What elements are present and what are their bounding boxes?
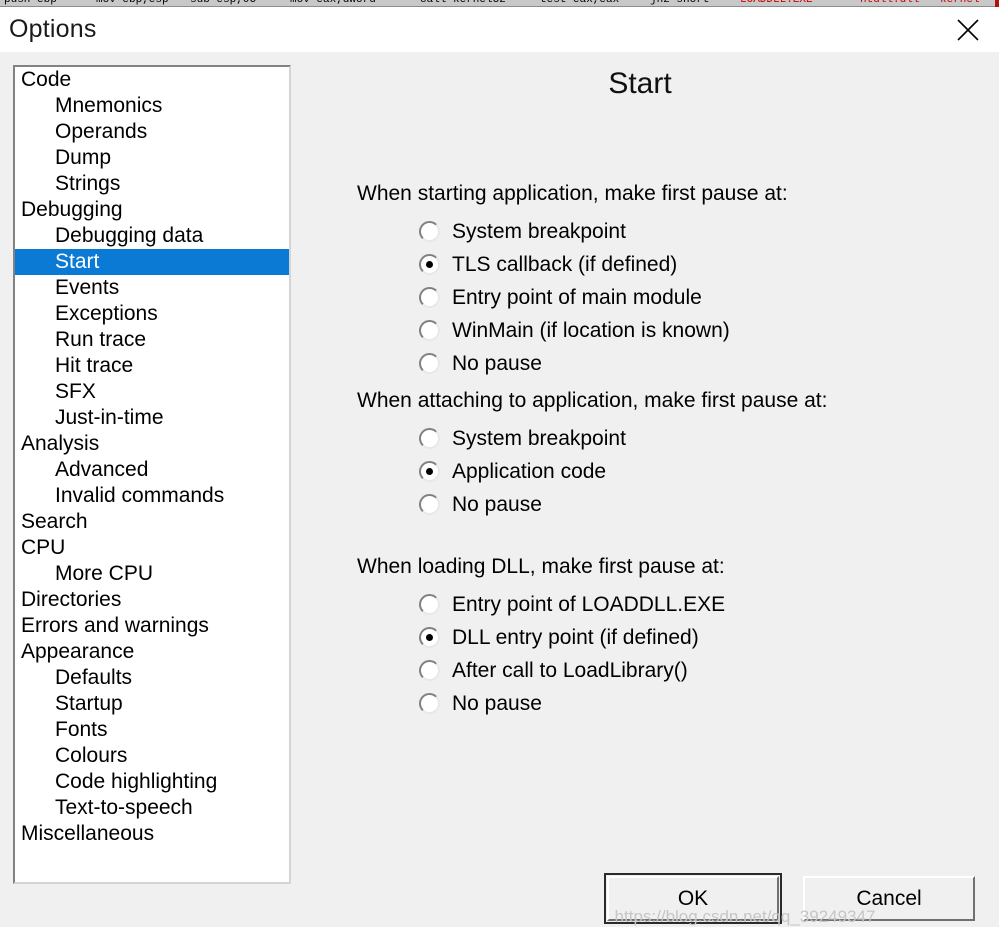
- sidebar-item-more-cpu[interactable]: More CPU: [15, 561, 289, 587]
- radio-option-after-call-to-loadlibrary-[interactable]: After call to LoadLibrary(): [419, 654, 725, 687]
- cancel-button[interactable]: Cancel: [803, 876, 975, 921]
- radio-label: No pause: [452, 351, 542, 375]
- page-title: Start: [608, 67, 672, 100]
- radio-button-selected[interactable]: [419, 627, 440, 648]
- radio-option-system-breakpoint[interactable]: System breakpoint: [419, 215, 788, 248]
- radio-option-entry-point-of-loaddll-exe[interactable]: Entry point of LOADDLL.EXE: [419, 588, 725, 621]
- close-icon: [955, 17, 981, 43]
- group-label: When loading DLL, make first pause at:: [357, 555, 725, 578]
- radio-label: System breakpoint: [452, 219, 626, 243]
- radio-option-system-breakpoint[interactable]: System breakpoint: [419, 422, 827, 455]
- radio-label: After call to LoadLibrary(): [452, 658, 688, 682]
- radio-label: Entry point of LOADDLL.EXE: [452, 592, 726, 616]
- sidebar-item-exceptions[interactable]: Exceptions: [15, 301, 289, 327]
- radio-button-unselected[interactable]: [419, 594, 440, 615]
- radio-button-unselected[interactable]: [419, 693, 440, 714]
- sidebar-item-debugging[interactable]: Debugging: [15, 197, 289, 223]
- radio-button-selected[interactable]: [419, 254, 440, 275]
- radio-dot-icon: [426, 468, 433, 475]
- sidebar-item-invalid-commands[interactable]: Invalid commands: [15, 483, 289, 509]
- radio-button-unselected[interactable]: [419, 353, 440, 374]
- sidebar-item-code[interactable]: Code: [15, 67, 289, 93]
- radio-label: Application code: [452, 459, 607, 483]
- sidebar-item-startup[interactable]: Startup: [15, 691, 289, 717]
- radio-label: System breakpoint: [452, 426, 626, 450]
- sidebar-item-sfx[interactable]: SFX: [15, 379, 289, 405]
- sidebar-item-code-highlighting[interactable]: Code highlighting: [15, 769, 289, 795]
- radio-option-application-code[interactable]: Application code: [419, 455, 827, 488]
- radio-option-tls-callback-if-defined-[interactable]: TLS callback (if defined): [419, 248, 788, 281]
- group-label: When attaching to application, make firs…: [357, 389, 828, 412]
- settings-group: When loading DLL, make first pause at: En…: [357, 555, 725, 720]
- sidebar-item-start[interactable]: Start: [15, 249, 289, 275]
- sidebar-item-events[interactable]: Events: [15, 275, 289, 301]
- options-category-listbox[interactable]: Code Mnemonics Operands Dump Strings Debuggin…: [13, 65, 291, 884]
- radio-button-unselected[interactable]: [419, 221, 440, 242]
- sidebar-item-operands[interactable]: Operands: [15, 119, 289, 145]
- settings-group: When starting application, make first pa…: [357, 182, 788, 380]
- radio-button-unselected[interactable]: [419, 287, 440, 308]
- sidebar-item-analysis[interactable]: Analysis: [15, 431, 289, 457]
- radio-option-no-pause[interactable]: No pause: [419, 347, 788, 380]
- radio-option-entry-point-of-main-module[interactable]: Entry point of main module: [419, 281, 788, 314]
- sidebar-item-hit-trace[interactable]: Hit trace: [15, 353, 289, 379]
- sidebar-item-fonts[interactable]: Fonts: [15, 717, 289, 743]
- ok-button[interactable]: OK: [604, 873, 782, 924]
- dialog-body: Code Mnemonics Operands Dump Strings Debuggin…: [0, 52, 999, 926]
- sidebar-item-defaults[interactable]: Defaults: [15, 665, 289, 691]
- radio-button-unselected[interactable]: [419, 494, 440, 515]
- radio-label: No pause: [452, 691, 542, 715]
- radio-option-dll-entry-point-if-defined-[interactable]: DLL entry point (if defined): [419, 621, 725, 654]
- background-window-strip: push ebp mov ebp,esp sub esp,0C mov eax,dwo…: [0, 0, 999, 7]
- sidebar-item-debugging-data[interactable]: Debugging data: [15, 223, 289, 249]
- radio-button-unselected[interactable]: [419, 320, 440, 341]
- radio-dot-icon: [426, 261, 433, 268]
- group-label: When starting application, make first pa…: [357, 182, 788, 205]
- sidebar-item-mnemonics[interactable]: Mnemonics: [15, 93, 289, 119]
- radio-button-unselected[interactable]: [419, 428, 440, 449]
- sidebar-item-just-in-time[interactable]: Just-in-time: [15, 405, 289, 431]
- sidebar-item-colours[interactable]: Colours: [15, 743, 289, 769]
- radio-button-selected[interactable]: [419, 461, 440, 482]
- sidebar-item-search[interactable]: Search: [15, 509, 289, 535]
- background-window-marker: [995, 0, 999, 7]
- radio-option-no-pause[interactable]: No pause: [419, 687, 725, 720]
- sidebar-item-dump[interactable]: Dump: [15, 145, 289, 171]
- sidebar-item-errors-and-warnings[interactable]: Errors and warnings: [15, 613, 289, 639]
- sidebar-item-advanced[interactable]: Advanced: [15, 457, 289, 483]
- radio-option-no-pause[interactable]: No pause: [419, 488, 827, 521]
- dialog-titlebar: Options: [0, 7, 999, 52]
- sidebar-item-cpu[interactable]: CPU: [15, 535, 289, 561]
- close-button[interactable]: [937, 7, 999, 52]
- radio-label: No pause: [452, 492, 542, 516]
- sidebar-item-directories[interactable]: Directories: [15, 587, 289, 613]
- radio-label: Entry point of main module: [452, 285, 702, 309]
- radio-button-unselected[interactable]: [419, 660, 440, 681]
- sidebar-item-appearance[interactable]: Appearance: [15, 639, 289, 665]
- sidebar-item-strings[interactable]: Strings: [15, 171, 289, 197]
- radio-label: WinMain (if location is known): [452, 318, 730, 342]
- radio-label: TLS callback (if defined): [452, 252, 678, 276]
- radio-option-winmain-if-location-is-known-[interactable]: WinMain (if location is known): [419, 314, 788, 347]
- sidebar-item-text-to-speech[interactable]: Text-to-speech: [15, 795, 289, 821]
- sidebar-item-run-trace[interactable]: Run trace: [15, 327, 289, 353]
- radio-label: DLL entry point (if defined): [452, 625, 699, 649]
- sidebar-item-miscellaneous[interactable]: Miscellaneous: [15, 821, 289, 847]
- radio-dot-icon: [426, 634, 433, 641]
- settings-group: When attaching to application, make firs…: [357, 389, 827, 521]
- dialog-title: Options: [9, 15, 97, 43]
